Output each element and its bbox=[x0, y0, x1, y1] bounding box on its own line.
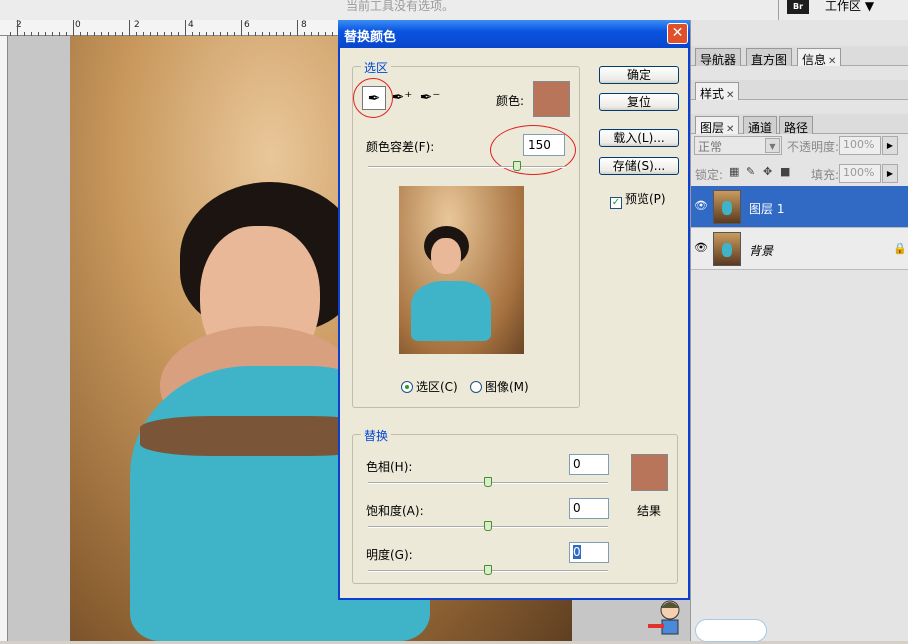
ruler-tick bbox=[17, 20, 18, 36]
saturation-input[interactable]: 0 bbox=[569, 498, 609, 519]
cartoon-decoration bbox=[640, 596, 700, 641]
ruler-tick bbox=[73, 20, 74, 36]
hue-slider-thumb[interactable] bbox=[484, 477, 492, 487]
options-text: 当前工具没有选项。 bbox=[346, 0, 455, 13]
fuzziness-slider-thumb[interactable] bbox=[512, 161, 521, 171]
lock-icon: 🔒 bbox=[893, 242, 907, 255]
fuzziness-label: 颜色容差(F): bbox=[366, 140, 435, 154]
opacity-arrow-button[interactable]: ▶ bbox=[882, 136, 898, 155]
saturation-label: 饱和度(A): bbox=[366, 504, 424, 518]
save-button[interactable]: 存储(S)... bbox=[599, 157, 679, 175]
layer-name: 背景 bbox=[749, 244, 774, 258]
close-icon[interactable]: ✕ bbox=[726, 124, 734, 135]
close-icon[interactable]: ✕ bbox=[726, 90, 734, 101]
tab-channels[interactable]: 通道 bbox=[743, 116, 778, 135]
preview-dress bbox=[411, 281, 491, 341]
workspace-button[interactable]: 工作区 ▼ bbox=[825, 0, 874, 14]
selection-group-title: 选区 bbox=[361, 59, 392, 76]
preview-checkbox[interactable]: ✓ 预览(P) bbox=[610, 190, 666, 209]
replace-color-dialog: 替换颜色 ✕ 选区 ✒ ✒⁺ ✒⁻ 颜色: 颜色容差(F): 150 选区(C)… bbox=[338, 20, 690, 600]
fill-input[interactable]: 100% bbox=[839, 164, 881, 183]
panels-dock: 导航器 直方图 信息 ✕ 样式 ✕ 图层 ✕ 通道 路径 正常 ▼ 不透明度: 100%… bbox=[690, 20, 908, 641]
lock-move-icon[interactable]: ✥ bbox=[763, 166, 774, 177]
selection-preview bbox=[399, 186, 524, 354]
layer-row[interactable]: 👁 背景 🔒 bbox=[691, 228, 908, 270]
layer-thumbnail bbox=[713, 190, 741, 224]
tab-histogram[interactable]: 直方图 bbox=[746, 48, 793, 67]
tab-navigator[interactable]: 导航器 bbox=[695, 48, 742, 67]
radio-image[interactable]: 图像(M) bbox=[470, 378, 529, 395]
ruler-label: 8 bbox=[301, 20, 307, 30]
lock-all-icon[interactable]: ■ bbox=[780, 166, 791, 177]
ruler-label: 6 bbox=[244, 20, 250, 30]
load-button[interactable]: 载入(L)... bbox=[599, 129, 679, 147]
reset-button[interactable]: 复位 bbox=[599, 93, 679, 111]
workspace-area: Br 工作区 ▼ bbox=[778, 0, 908, 20]
lock-label: 锁定: bbox=[695, 168, 724, 182]
dialog-titlebar[interactable]: 替换颜色 ✕ bbox=[338, 20, 690, 48]
preview-face bbox=[431, 238, 461, 274]
ok-button[interactable]: 确定 bbox=[599, 66, 679, 84]
opacity-label: 不透明度: bbox=[787, 140, 840, 154]
hue-input[interactable]: 0 bbox=[569, 454, 609, 475]
fill-label: 填充: bbox=[811, 168, 840, 182]
lightness-input[interactable]: 0 bbox=[569, 542, 609, 563]
annotation-circle bbox=[353, 78, 393, 118]
radio-dot bbox=[401, 381, 413, 393]
result-label: 结果 bbox=[637, 504, 662, 518]
eye-icon[interactable]: 👁 bbox=[693, 199, 709, 213]
color-label: 颜色: bbox=[496, 94, 525, 108]
ruler-label: 2 bbox=[134, 20, 140, 30]
layer-row[interactable]: 👁 图层 1 bbox=[691, 186, 908, 228]
lightness-label: 明度(G): bbox=[366, 548, 413, 562]
ruler-label: 0 bbox=[75, 20, 81, 30]
ruler-tick bbox=[129, 20, 130, 36]
bridge-icon[interactable]: Br bbox=[787, 0, 809, 14]
lock-transparent-icon[interactable]: ▦ bbox=[729, 166, 740, 177]
check-icon: ✓ bbox=[610, 197, 622, 209]
lightness-slider-thumb[interactable] bbox=[484, 565, 492, 575]
result-color-swatch[interactable] bbox=[631, 454, 668, 491]
ruler-tick bbox=[241, 20, 242, 36]
tab-paths[interactable]: 路径 bbox=[779, 116, 814, 135]
radio-selection[interactable]: 选区(C) bbox=[401, 378, 458, 395]
canvas-pasteboard bbox=[8, 36, 70, 641]
eye-icon[interactable]: 👁 bbox=[693, 241, 709, 255]
panel-row-navigator: 导航器 直方图 信息 ✕ bbox=[691, 46, 908, 67]
tab-styles[interactable]: 样式 ✕ bbox=[695, 82, 740, 101]
close-icon[interactable]: ✕ bbox=[828, 56, 836, 67]
dialog-title: 替换颜色 bbox=[344, 30, 397, 45]
blend-mode-select[interactable]: 正常 ▼ bbox=[694, 136, 782, 155]
lock-brush-icon[interactable]: ✎ bbox=[746, 166, 757, 177]
eyedropper-plus-icon[interactable]: ✒⁺ bbox=[390, 86, 414, 110]
layer-name: 图层 1 bbox=[749, 202, 785, 216]
chevron-down-icon: ▼ bbox=[765, 138, 780, 153]
panel-row-styles: 样式 ✕ bbox=[691, 80, 908, 101]
options-bar: 当前工具没有选项。 Br 工作区 ▼ bbox=[0, 0, 908, 20]
vertical-ruler bbox=[0, 36, 8, 641]
fuzziness-slider-track[interactable] bbox=[368, 166, 566, 168]
tab-info[interactable]: 信息 ✕ bbox=[797, 48, 842, 67]
ruler-label: 4 bbox=[188, 20, 194, 30]
close-button[interactable]: ✕ bbox=[667, 23, 688, 44]
saturation-slider-thumb[interactable] bbox=[484, 521, 492, 531]
tab-layers[interactable]: 图层 ✕ bbox=[695, 116, 740, 135]
replace-group-title: 替换 bbox=[361, 427, 392, 444]
ruler-tick bbox=[297, 20, 298, 36]
layer-thumbnail bbox=[713, 232, 741, 266]
cloud-decoration bbox=[696, 620, 766, 641]
panel-row-layers: 图层 ✕ 通道 路径 bbox=[691, 114, 908, 135]
ruler-tick bbox=[185, 20, 186, 36]
fill-arrow-button[interactable]: ▶ bbox=[882, 164, 898, 183]
hue-label: 色相(H): bbox=[366, 460, 413, 474]
radio-dot bbox=[470, 381, 482, 393]
eyedropper-minus-icon[interactable]: ✒⁻ bbox=[418, 86, 442, 110]
opacity-input[interactable]: 100% bbox=[839, 136, 881, 155]
selection-color-swatch[interactable] bbox=[533, 81, 570, 117]
